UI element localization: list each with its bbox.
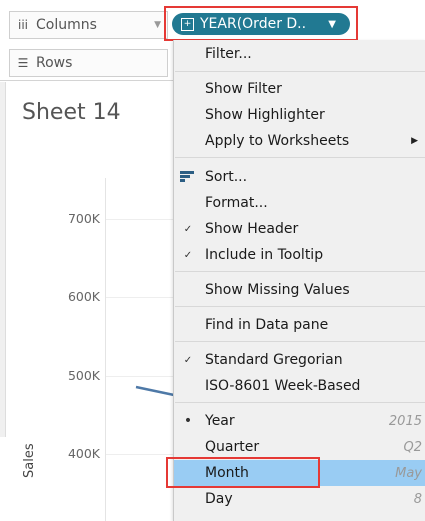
- menu-item-find-in-data-pane[interactable]: Find in Data pane: [174, 312, 425, 338]
- y-tick-label: 400K: [67, 446, 100, 461]
- columns-shelf-label: Columns: [36, 17, 97, 33]
- menu-item-show-highlighter[interactable]: Show Highlighter: [174, 102, 425, 128]
- y-tick-label: 500K: [67, 368, 100, 383]
- menu-item-label: Show Header: [205, 221, 299, 237]
- menu-item-label: Quarter: [205, 439, 260, 455]
- menu-item-example: 8: [413, 491, 422, 507]
- menu-item-show-header[interactable]: ✓ Show Header: [174, 216, 425, 242]
- menu-separator: [175, 71, 425, 72]
- chevron-down-icon[interactable]: ▼: [154, 20, 161, 30]
- menu-item-filter[interactable]: Filter...: [174, 41, 425, 67]
- sort-icon: [180, 171, 194, 183]
- y-axis-line: [105, 178, 106, 521]
- submenu-arrow-icon: ▶: [411, 136, 418, 146]
- menu-item-example: Q2: [403, 439, 422, 455]
- divider: [0, 80, 175, 81]
- menu-item-label: Find in Data pane: [205, 317, 329, 333]
- menu-separator: [175, 402, 425, 403]
- menu-item-label: Sort...: [205, 169, 248, 185]
- menu-item-label: Day: [205, 491, 233, 507]
- rows-shelf[interactable]: ☰ Rows: [9, 49, 168, 77]
- menu-item-include-in-tooltip[interactable]: ✓ Include in Tooltip: [174, 242, 425, 268]
- gridline: [106, 219, 176, 220]
- pill-label: YEAR(Order D..: [200, 16, 307, 32]
- menu-item-label: Include in Tooltip: [205, 247, 324, 263]
- menu-separator: [175, 157, 425, 158]
- menu-item-show-missing-values[interactable]: Show Missing Values: [174, 277, 425, 303]
- menu-item-year[interactable]: • Year 2015: [174, 408, 425, 434]
- menu-item-label: Show Highlighter: [205, 107, 325, 123]
- rows-shelf-label: Rows: [36, 55, 73, 71]
- menu-item-label: Standard Gregorian: [205, 352, 343, 368]
- rows-icon: ☰: [17, 56, 29, 70]
- checkmark-icon: ✓: [183, 354, 193, 366]
- menu-item-label: ISO-8601 Week-Based: [205, 378, 361, 394]
- menu-item-label: Show Missing Values: [205, 282, 350, 298]
- gridline: [106, 297, 176, 298]
- checkmark-icon: ✓: [183, 249, 193, 261]
- side-panel-edge: [0, 82, 6, 437]
- menu-item-iso-week[interactable]: ISO-8601 Week-Based: [174, 373, 425, 399]
- month-annotation-box: [166, 457, 320, 488]
- gridline: [106, 376, 176, 377]
- menu-item-label: Format...: [205, 195, 268, 211]
- gridline: [106, 454, 176, 455]
- menu-item-sort[interactable]: Sort...: [174, 164, 425, 190]
- menu-item-example: May: [395, 465, 422, 481]
- menu-item-standard-gregorian[interactable]: ✓ Standard Gregorian: [174, 347, 425, 373]
- menu-item-label: Year: [205, 413, 235, 429]
- sales-line-segment[interactable]: [135, 385, 175, 397]
- pill-context-menu: Filter... Show Filter Show Highlighter A…: [173, 40, 425, 521]
- columns-icon: iii: [17, 18, 28, 32]
- menu-item-label: Show Filter: [205, 81, 282, 97]
- menu-item-label: Filter...: [205, 46, 252, 62]
- sheet-title: Sheet 14: [22, 100, 121, 125]
- y-axis-title: Sales: [22, 443, 37, 478]
- menu-item-show-filter[interactable]: Show Filter: [174, 76, 425, 102]
- menu-separator: [175, 271, 425, 272]
- menu-separator: [175, 341, 425, 342]
- y-tick-label: 700K: [67, 211, 100, 226]
- expand-plus-icon[interactable]: +: [181, 17, 194, 31]
- dropdown-arrow-icon[interactable]: ▼: [328, 19, 336, 30]
- pill-annotation-box: + YEAR(Order D.. ▼: [164, 6, 358, 41]
- menu-item-format[interactable]: Format...: [174, 190, 425, 216]
- checkmark-icon: ✓: [183, 223, 193, 235]
- menu-item-apply-to-worksheets[interactable]: Apply to Worksheets ▶: [174, 128, 425, 154]
- y-tick-label: 600K: [67, 289, 100, 304]
- columns-shelf[interactable]: iii Columns ▼: [9, 11, 168, 39]
- menu-separator: [175, 306, 425, 307]
- year-order-date-pill[interactable]: + YEAR(Order D.. ▼: [172, 13, 350, 35]
- menu-item-example: 2015: [388, 413, 422, 429]
- bullet-icon: •: [183, 413, 193, 429]
- menu-item-label: Apply to Worksheets: [205, 133, 350, 149]
- menu-item-day[interactable]: Day 8: [174, 486, 425, 512]
